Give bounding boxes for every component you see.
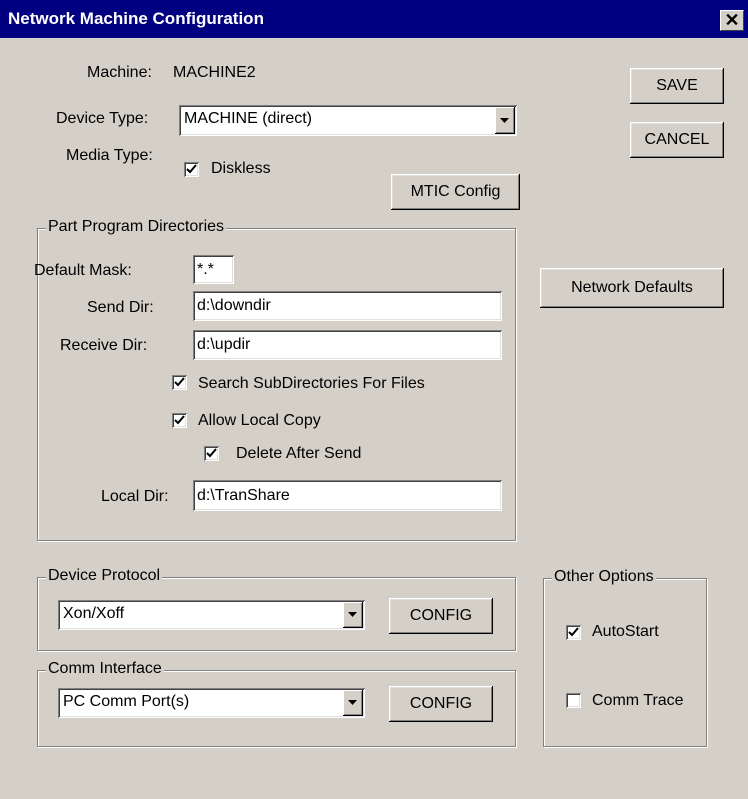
network-defaults-button[interactable]: Network Defaults [540, 268, 724, 308]
device-type-select[interactable]: MACHINE (direct) [179, 105, 517, 136]
device-protocol-config-button[interactable]: CONFIG [389, 598, 493, 634]
part-program-legend: Part Program Directories [46, 218, 227, 236]
local-dir-input[interactable] [193, 480, 502, 511]
machine-label: Machine: [87, 64, 152, 81]
delete-after-send-label: Delete After Send [236, 445, 362, 462]
comm-interface-config-button[interactable]: CONFIG [389, 686, 493, 722]
allow-local-copy-checkbox[interactable] [172, 413, 187, 428]
diskless-checkbox[interactable] [184, 162, 199, 177]
chevron-down-icon[interactable] [343, 690, 363, 716]
other-options-group: Other Options [543, 568, 707, 747]
device-type-value: MACHINE (direct) [184, 110, 313, 127]
device-protocol-select[interactable]: Xon/Xoff [58, 600, 365, 630]
search-subdirs-label: Search SubDirectories For Files [198, 375, 425, 392]
delete-after-send-checkbox[interactable] [204, 446, 219, 461]
config-dialog: Network Machine Configuration ✕ Machine:… [0, 0, 748, 799]
local-dir-label: Local Dir: [101, 488, 169, 505]
comm-trace-label: Comm Trace [592, 692, 684, 709]
default-mask-input[interactable] [193, 255, 234, 284]
chevron-down-icon[interactable] [495, 107, 515, 134]
search-subdirs-checkbox[interactable] [172, 375, 187, 390]
chevron-down-icon[interactable] [343, 602, 363, 628]
device-protocol-legend: Device Protocol [46, 567, 163, 585]
comm-interface-select[interactable]: PC Comm Port(s) [58, 688, 365, 718]
close-icon[interactable]: ✕ [720, 10, 744, 31]
machine-name: MACHINE2 [173, 64, 256, 81]
default-mask-label: Default Mask: [34, 262, 132, 279]
device-type-label: Device Type: [56, 110, 149, 127]
diskless-label: Diskless [211, 160, 271, 177]
window-title: Network Machine Configuration [8, 9, 264, 28]
cancel-button[interactable]: CANCEL [630, 122, 724, 158]
device-protocol-value: Xon/Xoff [63, 605, 125, 622]
media-type-label: Media Type: [66, 147, 153, 164]
autostart-label: AutoStart [592, 623, 659, 640]
allow-local-copy-label: Allow Local Copy [198, 412, 321, 429]
send-dir-input[interactable] [193, 291, 502, 321]
other-options-legend: Other Options [552, 568, 656, 586]
send-dir-label: Send Dir: [87, 299, 154, 316]
comm-interface-value: PC Comm Port(s) [63, 693, 190, 710]
receive-dir-label: Receive Dir: [60, 337, 148, 354]
receive-dir-input[interactable] [193, 330, 502, 360]
save-button[interactable]: SAVE [630, 68, 724, 104]
mtic-config-button[interactable]: MTIC Config [391, 174, 520, 210]
title-bar: Network Machine Configuration ✕ [0, 0, 748, 38]
autostart-checkbox[interactable] [566, 625, 581, 640]
comm-interface-legend: Comm Interface [46, 660, 164, 678]
comm-trace-checkbox[interactable] [566, 693, 581, 708]
